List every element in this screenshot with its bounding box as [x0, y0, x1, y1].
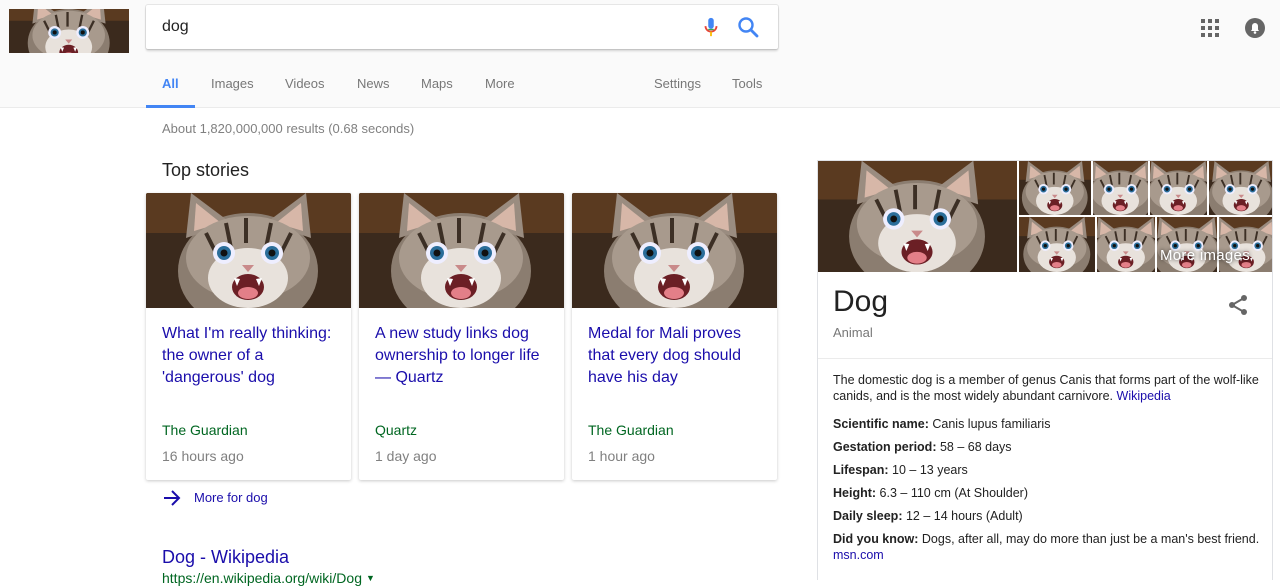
- logo-image[interactable]: [9, 9, 129, 53]
- notifications-icon[interactable]: [1244, 17, 1266, 39]
- kp-title: Dog: [833, 285, 889, 318]
- arrow-right-icon: [164, 490, 181, 506]
- kp-divider: [818, 358, 1272, 359]
- kp-thumb-image[interactable]: [1019, 217, 1095, 272]
- result-title-link[interactable]: Dog - Wikipedia: [162, 547, 289, 568]
- fact-value: Canis lupus familiaris: [932, 417, 1051, 431]
- story-source: The Guardian: [588, 422, 674, 438]
- story-headline[interactable]: Medal for Mali proves that every dog sho…: [588, 323, 766, 389]
- fact-did-you-know: Did you know: Dogs, after all, may do mo…: [833, 531, 1261, 563]
- fact-value: 12 – 14 hours (Adult): [905, 509, 1023, 523]
- tab-maps[interactable]: Maps: [405, 58, 469, 108]
- story-thumbnail: [146, 193, 351, 308]
- fact-lifespan: Lifespan: 10 – 13 years: [833, 462, 1261, 478]
- fact-scientific-name: Scientific name: Canis lupus familiaris: [833, 416, 1261, 432]
- apps-grid-icon[interactable]: [1200, 18, 1220, 38]
- tab-news[interactable]: News: [341, 58, 406, 108]
- story-source: Quartz: [375, 422, 418, 438]
- story-time: 1 day ago: [375, 448, 437, 464]
- fact-value: Dogs, after all, may do more than just b…: [921, 532, 1260, 546]
- story-card[interactable]: Medal for Mali proves that every dog sho…: [572, 193, 777, 480]
- kp-main-image[interactable]: [818, 161, 1017, 272]
- fact-label[interactable]: Height:: [833, 486, 876, 500]
- tab-images[interactable]: Images: [195, 58, 270, 108]
- fact-daily-sleep: Daily sleep: 12 – 14 hours (Adult): [833, 508, 1261, 524]
- kp-thumb-image[interactable]: [1097, 217, 1155, 272]
- tab-tools[interactable]: Tools: [716, 58, 778, 108]
- story-time: 1 hour ago: [588, 448, 655, 464]
- story-headline[interactable]: A new study links dog ownership to longe…: [375, 323, 553, 389]
- caret-down-icon[interactable]: ▼: [366, 573, 375, 583]
- kp-thumb-image[interactable]: [1150, 161, 1207, 215]
- story-time: 16 hours ago: [162, 448, 244, 464]
- tab-more[interactable]: More: [469, 58, 531, 108]
- share-icon[interactable]: [1226, 293, 1250, 317]
- fact-gestation-period: Gestation period: 58 – 68 days: [833, 439, 1261, 455]
- header-bar: All Images Videos News Maps More Setting…: [0, 0, 1280, 108]
- kp-thumb-image[interactable]: [1019, 161, 1091, 215]
- more-images-link[interactable]: More images: [1160, 247, 1250, 264]
- mic-icon[interactable]: [700, 16, 722, 38]
- top-stories-title: Top stories: [162, 160, 250, 180]
- result-url-text: https://en.wikipedia.org/wiki/Dog: [162, 570, 362, 586]
- story-card[interactable]: A new study links dog ownership to longe…: [359, 193, 564, 480]
- tab-videos[interactable]: Videos: [269, 58, 341, 108]
- fact-label[interactable]: Lifespan:: [833, 463, 889, 477]
- fact-label: Did you know:: [833, 532, 919, 546]
- fact-value: 58 – 68 days: [939, 440, 1012, 454]
- story-thumbnail: [572, 193, 777, 308]
- story-source: The Guardian: [162, 422, 248, 438]
- story-card[interactable]: What I'm really thinking: the owner of a…: [146, 193, 351, 480]
- story-headline[interactable]: What I'm really thinking: the owner of a…: [162, 323, 340, 389]
- kp-thumb-image[interactable]: [1093, 161, 1148, 215]
- search-icon[interactable]: [736, 15, 760, 39]
- fact-label[interactable]: Scientific name:: [833, 417, 929, 431]
- search-input[interactable]: [162, 5, 682, 49]
- story-thumbnail: [359, 193, 564, 308]
- result-url: https://en.wikipedia.org/wiki/Dog ▼: [162, 570, 375, 586]
- kp-description-text: The domestic dog is a member of genus Ca…: [833, 373, 1259, 403]
- more-for-dog-label: More for dog: [194, 490, 268, 505]
- kp-facts: Scientific name: Canis lupus familiaris …: [833, 416, 1261, 570]
- tab-settings[interactable]: Settings: [638, 58, 717, 108]
- kp-thumb-image[interactable]: [1209, 161, 1272, 215]
- kp-wikipedia-link[interactable]: Wikipedia: [1117, 389, 1171, 403]
- knowledge-panel: More images Dog Animal The domestic dog …: [817, 160, 1273, 580]
- fact-height: Height: 6.3 – 110 cm (At Shoulder): [833, 485, 1261, 501]
- fact-label[interactable]: Gestation period:: [833, 440, 936, 454]
- fact-value: 6.3 – 110 cm (At Shoulder): [879, 486, 1029, 500]
- kp-subtitle: Animal: [833, 325, 873, 340]
- result-stats: About 1,820,000,000 results (0.68 second…: [162, 121, 415, 136]
- fact-label[interactable]: Daily sleep:: [833, 509, 902, 523]
- fact-source-link[interactable]: msn.com: [833, 548, 884, 562]
- fact-value: 10 – 13 years: [892, 463, 968, 477]
- tab-all[interactable]: All: [146, 58, 195, 108]
- search-box: [146, 5, 778, 49]
- kp-description: The domestic dog is a member of genus Ca…: [833, 372, 1261, 404]
